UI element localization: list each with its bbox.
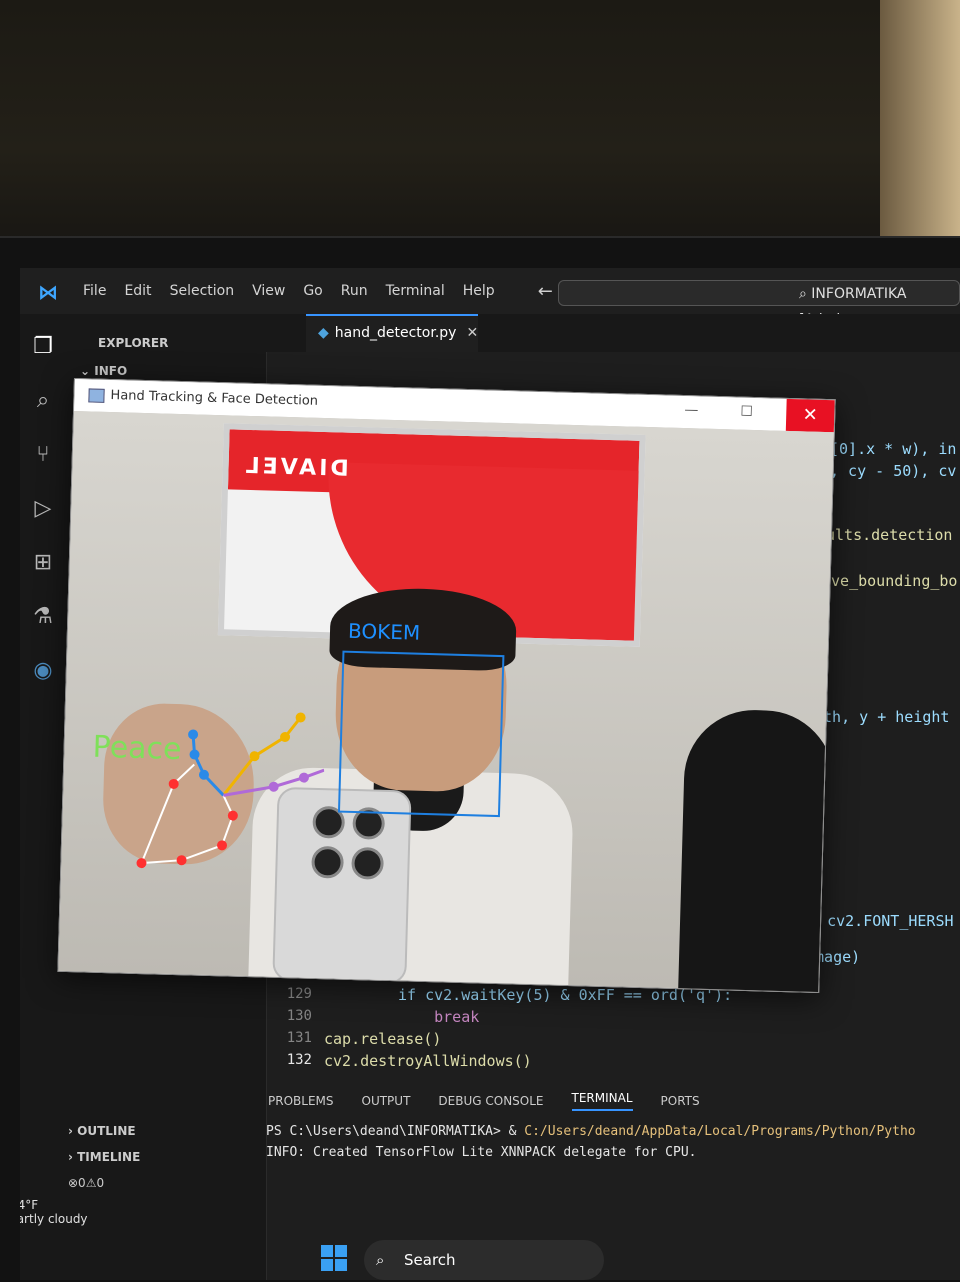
menu-terminal[interactable]: Terminal [377,283,454,299]
menu-list: File Edit Selection View Go Run Terminal… [74,283,504,299]
code-fragment: [0].x * w), in [830,440,957,458]
chevron-down-icon: ⌄ [80,364,95,378]
terminal-output[interactable]: PS C:\Users\deand\INFORMATIKA> & C:/User… [266,1124,960,1160]
windows-start-icon[interactable] [320,1244,348,1272]
room-light [880,0,960,260]
explorer-icon[interactable]: ❐ [30,334,56,360]
code-line: cap.release() [324,1030,442,1048]
menu-edit[interactable]: Edit [115,283,160,299]
close-button[interactable]: ✕ [785,398,835,433]
workspace-folder[interactable]: ⌄ INFO [80,364,127,378]
vscode-logo-icon: ⋈ [38,280,58,304]
maximize-button[interactable]: ☐ [740,404,753,420]
testing-icon[interactable]: ⚗ [30,604,56,630]
search-icon[interactable]: ⌕ [30,388,56,414]
explorer-title: EXPLORER [98,336,169,350]
timeline-section[interactable]: › TIMELINE [68,1150,140,1164]
tab-hand-detector[interactable]: ◆ hand_detector.py ✕ [306,314,478,352]
tab-label: hand_detector.py [334,325,457,341]
line-number: 129 [286,986,312,1002]
camera-lens [351,846,385,880]
menu-view[interactable]: View [243,283,294,299]
workspace-folder-label: INFO [94,364,128,378]
terminal-path: C:/Users/deand/AppData/Local/Programs/Py… [524,1124,916,1139]
outline-section[interactable]: › OUTLINE [68,1124,136,1138]
code-line: break [398,1008,480,1026]
code-fragment: ive_bounding_bo [822,572,958,590]
weather-widget[interactable]: 74°F Partly cloudy [20,1198,88,1226]
command-center-search[interactable]: ⌕ INFORMATIKA [Admin [558,280,960,328]
webcam-frame: DIAVEL BOKEM Peace [58,411,834,993]
search-icon: ⌕ [799,286,812,302]
terminal-info: INFO: Created TensorFlow Lite XNNPACK de… [266,1145,697,1160]
line-number: 130 [286,1008,312,1024]
window-title: Hand Tracking & Face Detection [110,388,319,409]
tab-terminal[interactable]: TERMINAL [571,1091,633,1111]
face-bounding-box [337,650,505,818]
weather-desc: Partly cloudy [20,1212,88,1226]
menu-bar: ⋈ File Edit Selection View Go Run Termin… [20,268,960,328]
line-number: 131 [286,1030,312,1046]
activity-bar: ❐ ⌕ ⑂ ▷ ⊞ ⚗ ◉ [20,314,67,1280]
chevron-right-icon: › [68,1124,78,1138]
code-fragment: , cy - 50), cv [830,462,957,480]
menu-file[interactable]: File [74,283,115,299]
extensions-icon[interactable]: ⊞ [30,550,56,576]
chevron-right-icon: › [68,1150,78,1164]
timeline-label: TIMELINE [77,1150,141,1164]
weather-temp: 74°F [20,1198,39,1212]
menu-help[interactable]: Help [454,283,504,299]
app-window-icon [88,388,105,403]
code-line: cv2.destroyAllWindows() [324,1052,532,1070]
minimize-button[interactable]: — [684,402,698,418]
code-fragment: ults.detection [826,526,953,544]
problems-status[interactable]: ⊗0⚠0 [68,1176,104,1190]
line-number-current: 132 [286,1052,312,1068]
source-control-icon[interactable]: ⑂ [30,442,56,468]
tab-ports[interactable]: PORTS [661,1094,700,1108]
search-icon: ⌕ [376,1251,385,1269]
second-person [677,708,834,993]
python-icon[interactable]: ◉ [30,658,56,684]
tab-debug-console[interactable]: DEBUG CONSOLE [438,1094,543,1108]
taskbar-search[interactable]: ⌕ Search [364,1240,604,1280]
face-label: BOKEM [347,618,421,645]
code-fragment: ), cv2.FONT_HERSH [800,912,954,930]
python-file-icon: ◆ [318,325,329,341]
panel-tabs: PROBLEMS OUTPUT DEBUG CONSOLE TERMINAL P… [266,1086,960,1116]
gesture-label: Peace [92,729,182,768]
run-debug-icon[interactable]: ▷ [30,496,56,522]
poster-text: DIAVEL [242,453,349,482]
tab-problems[interactable]: PROBLEMS [268,1094,334,1108]
menu-selection[interactable]: Selection [161,283,244,299]
tab-output[interactable]: OUTPUT [362,1094,411,1108]
menu-go[interactable]: Go [294,283,331,299]
outline-label: OUTLINE [77,1124,136,1138]
close-tab-icon[interactable]: ✕ [466,325,478,341]
editor-tab-bar: ◆ hand_detector.py ✕ [266,314,960,352]
menu-run[interactable]: Run [332,283,377,299]
terminal-line: PS C:\Users\deand\INFORMATIKA> & C:/User… [266,1124,960,1139]
opencv-window[interactable]: Hand Tracking & Face Detection — ☐ ✕ DIA… [57,378,836,994]
terminal-prompt: PS C:\Users\deand\INFORMATIKA> & [266,1124,525,1139]
hand-landmarks [136,712,325,869]
taskbar-search-label: Search [404,1251,456,1269]
code-fragment: dth, y + height [814,708,950,726]
